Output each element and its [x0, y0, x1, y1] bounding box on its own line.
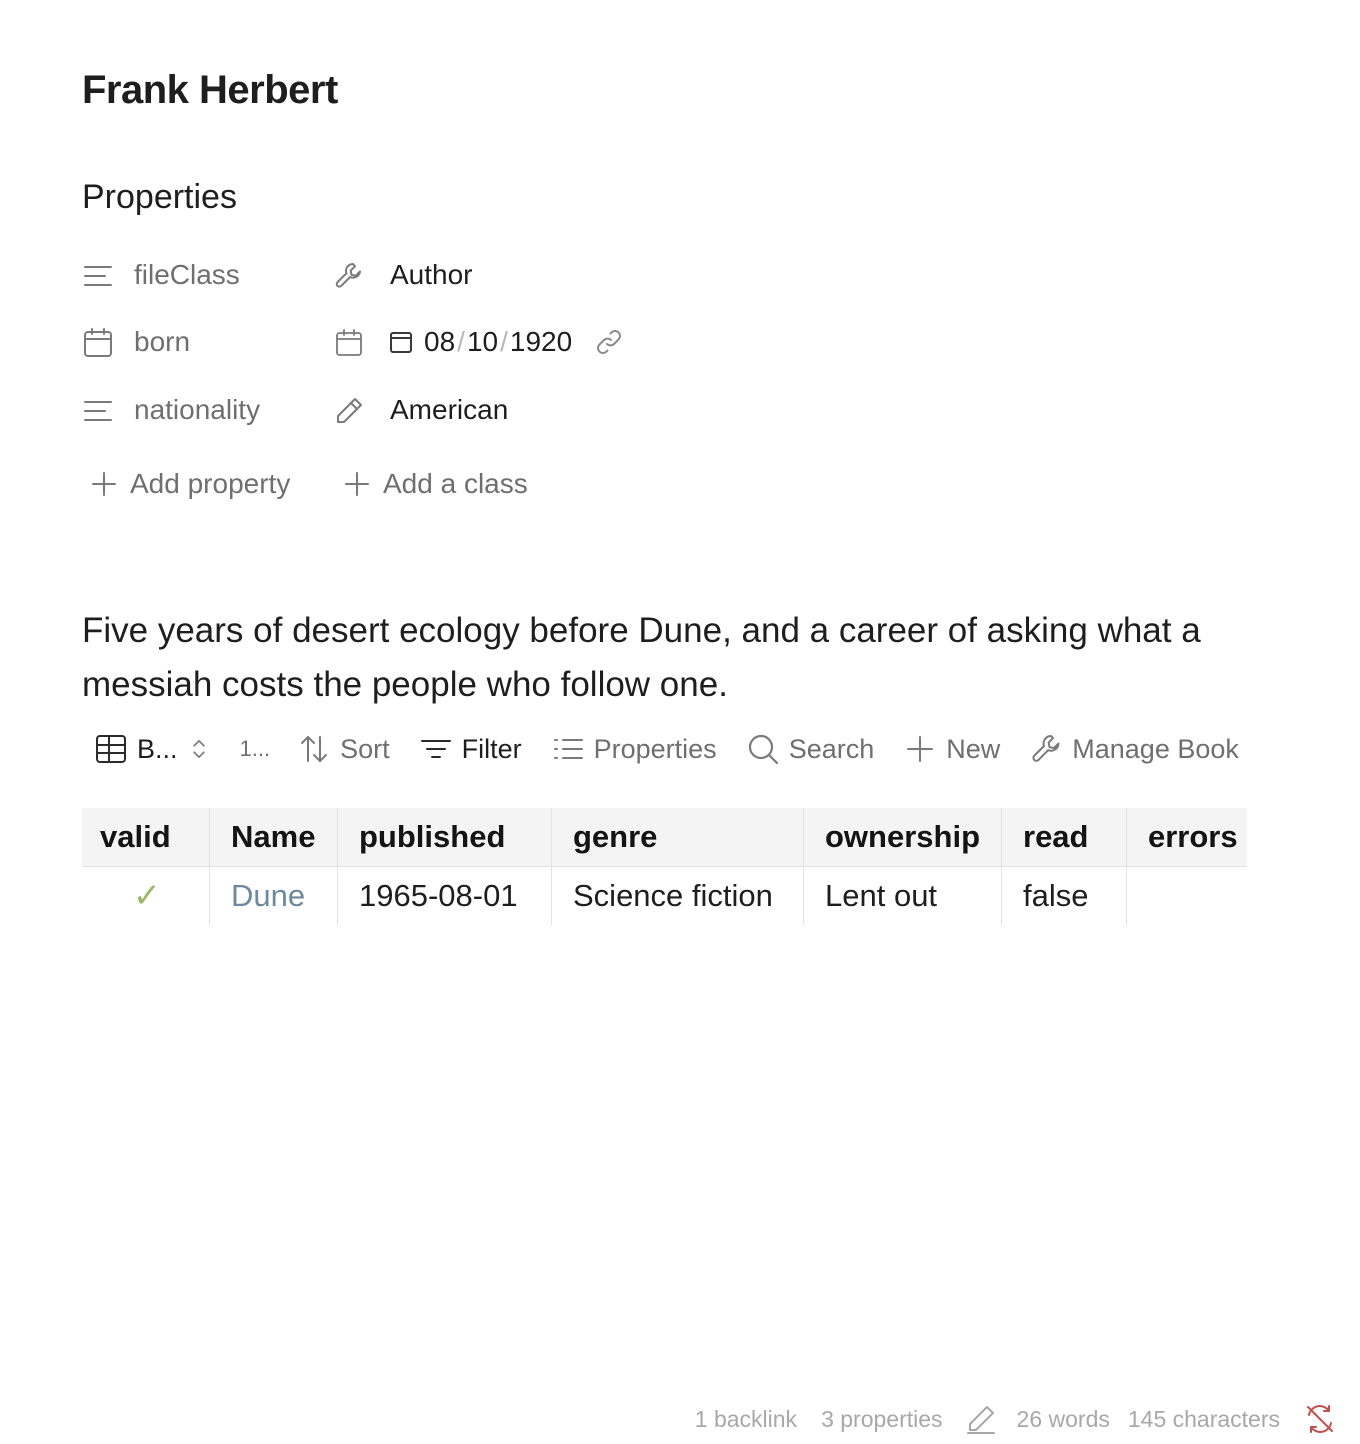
table-cell-name[interactable]: Dune	[209, 866, 338, 925]
add-class-button[interactable]: Add a class	[343, 462, 528, 506]
property-count[interactable]: 3 properties	[821, 1406, 942, 1433]
properties-button[interactable]: Properties	[552, 733, 717, 765]
table-header-row: valid Name published genre ownership rea…	[82, 808, 1247, 867]
property-value[interactable]: American	[390, 394, 508, 426]
add-property-button[interactable]: Add property	[90, 462, 290, 506]
text-lines-icon[interactable]	[82, 395, 114, 427]
sync-error-icon[interactable]	[1304, 1403, 1336, 1435]
column-header-valid[interactable]: valid	[82, 808, 210, 867]
new-button[interactable]: New	[904, 733, 1000, 765]
note-title: Frank Herbert	[82, 68, 338, 112]
view-name: B...	[137, 733, 178, 764]
table-cell-errors[interactable]	[1126, 866, 1247, 925]
manage-book-button[interactable]: Manage Book	[1030, 733, 1239, 765]
table-icon	[96, 735, 126, 763]
filter-icon	[420, 740, 451, 758]
property-row-fileclass: fileClass Author	[82, 251, 782, 299]
sort-button[interactable]: Sort	[298, 733, 390, 765]
date-month[interactable]: 08	[424, 326, 455, 358]
add-property-label: Add property	[130, 468, 291, 499]
character-count: 145 characters	[1127, 1405, 1280, 1432]
date-day[interactable]: 10	[467, 326, 498, 358]
add-class-label: Add a class	[383, 468, 528, 499]
new-label: New	[946, 733, 1001, 764]
property-row-nationality: nationality American	[82, 386, 782, 434]
chevron-up-down-icon	[192, 740, 205, 758]
properties-heading[interactable]: Properties	[82, 178, 237, 217]
search-icon	[748, 734, 778, 765]
view-selector[interactable]: B...	[95, 733, 212, 765]
column-header-name[interactable]: Name	[209, 808, 338, 867]
table-cell-genre[interactable]: Science fiction	[551, 866, 804, 925]
word-count: 26 words	[1016, 1405, 1110, 1432]
column-header-ownership[interactable]: ownership	[803, 808, 1002, 867]
link-icon[interactable]	[594, 327, 624, 357]
wrench-icon	[333, 260, 365, 292]
properties-label: Properties	[593, 733, 717, 764]
column-header-published[interactable]: published	[337, 808, 552, 867]
result-count[interactable]: 1...	[240, 736, 271, 762]
date-separator: /	[500, 326, 508, 357]
text-lines-icon[interactable]	[82, 260, 114, 292]
plus-icon	[92, 472, 116, 496]
note-body-paragraph[interactable]: Five years of desert ecology before Dune…	[82, 604, 1282, 712]
wrench-icon	[1032, 735, 1060, 762]
valid-check-icon[interactable]: ✓	[82, 866, 210, 925]
column-header-read[interactable]: read	[1001, 808, 1127, 867]
status-bar: 1 backlink 3 properties 26 words 145 cha…	[671, 1398, 1333, 1440]
calendar-icon	[333, 327, 365, 359]
manage-book-label: Manage Book	[1072, 733, 1239, 764]
search-button[interactable]: Search	[747, 733, 875, 765]
sort-label: Sort	[340, 733, 390, 764]
base-table: valid Name published genre ownership rea…	[82, 808, 1247, 925]
date-year[interactable]: 1920	[510, 326, 572, 358]
property-key-label[interactable]: nationality	[134, 394, 260, 426]
column-header-genre[interactable]: genre	[551, 808, 804, 867]
result-count-label: 1...	[239, 736, 271, 761]
base-toolbar: B... 1... Sort Filter Properties Search …	[95, 726, 1239, 772]
list-icon	[553, 739, 583, 759]
filter-button[interactable]: Filter	[420, 733, 522, 765]
filter-label: Filter	[461, 733, 522, 764]
plus-icon	[907, 736, 934, 762]
table-cell-published[interactable]: 1965-08-01	[337, 866, 552, 925]
date-separator: /	[457, 326, 465, 357]
table-row: ✓ Dune 1965-08-01 Science fiction Lent o…	[82, 866, 1247, 925]
pencil-icon[interactable]	[965, 1403, 997, 1435]
date-picker-icon[interactable]	[388, 329, 414, 355]
plus-icon	[345, 472, 369, 496]
pencil-icon	[333, 395, 365, 427]
table-cell-ownership[interactable]: Lent out	[803, 866, 1002, 925]
table-cell-read[interactable]: false	[1001, 866, 1127, 925]
sort-icon	[301, 736, 328, 762]
property-row-born: born 08 / 10 / 1920	[82, 318, 782, 366]
column-header-errors[interactable]: errors	[1126, 808, 1247, 867]
calendar-icon[interactable]	[82, 327, 114, 359]
note-link[interactable]: Dune	[231, 878, 305, 913]
property-value[interactable]: Author	[390, 259, 473, 291]
property-key-label[interactable]: born	[134, 326, 190, 358]
property-key-label[interactable]: fileClass	[134, 259, 240, 291]
backlink-count[interactable]: 1 backlink	[695, 1406, 797, 1433]
search-label: Search	[788, 733, 875, 764]
date-value[interactable]: 08 / 10 / 1920	[388, 326, 624, 358]
